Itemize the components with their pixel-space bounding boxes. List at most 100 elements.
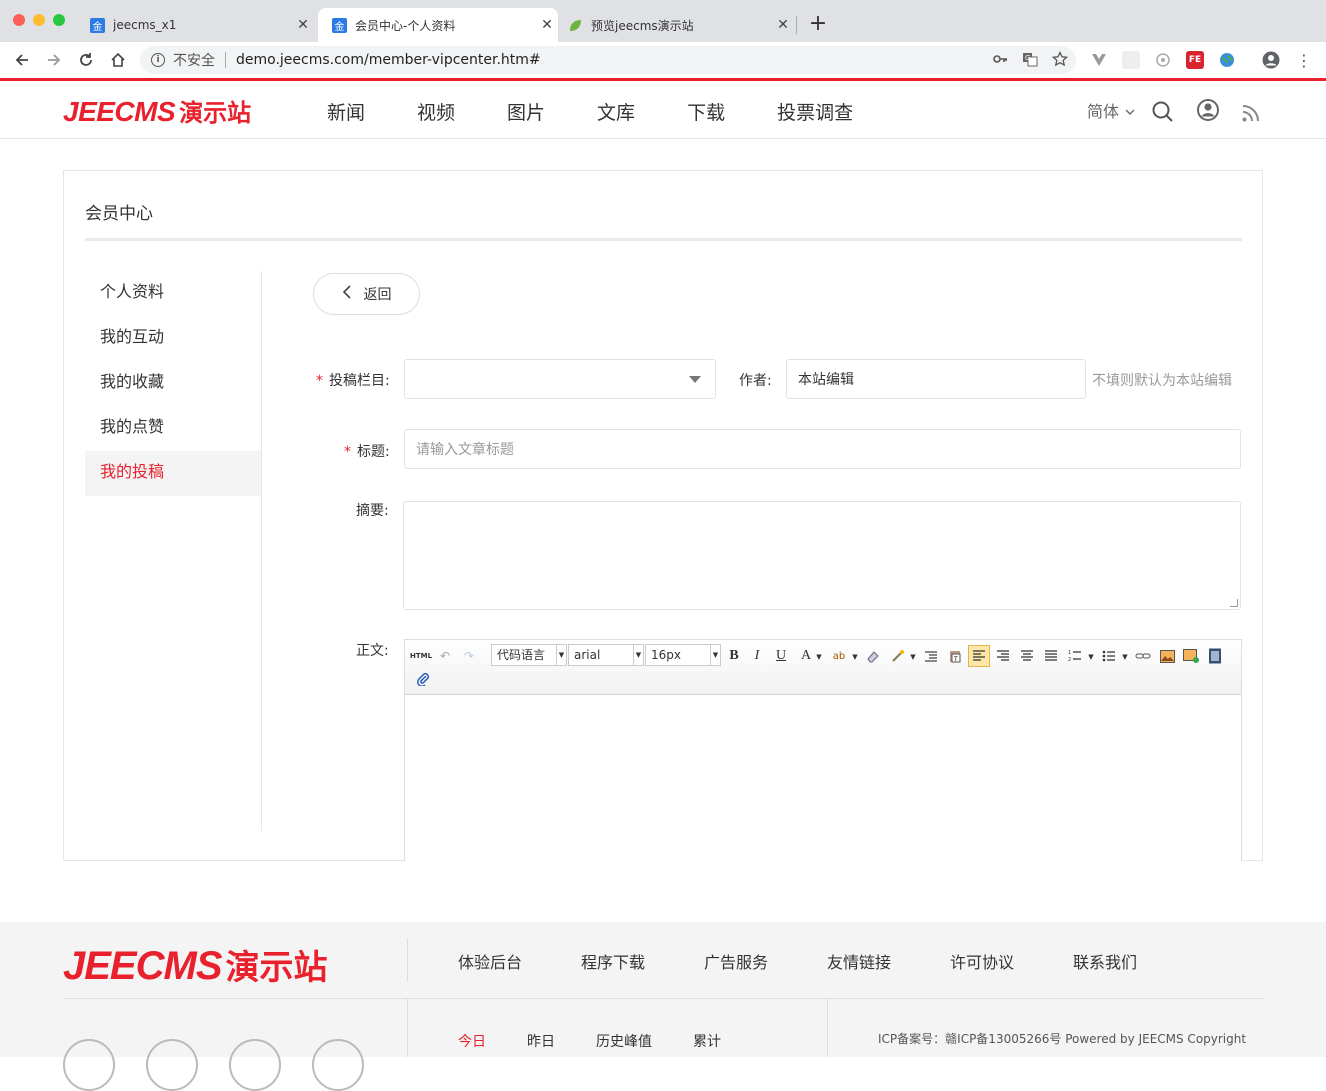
sidebar-item-submissions[interactable]: 我的投稿 [85,451,261,496]
extension-icon[interactable] [1122,51,1140,69]
window-minimize-button[interactable] [33,14,45,26]
title-input[interactable]: 请输入文章标题 [404,429,1241,469]
weibo-icon[interactable] [146,1039,198,1091]
editor-content-area[interactable] [405,695,1241,861]
globe-extension-icon[interactable] [1218,51,1236,69]
resize-handle-icon[interactable] [1230,599,1238,607]
rss-circle-icon[interactable] [312,1039,364,1091]
link-icon[interactable] [1133,646,1153,666]
site-logo[interactable]: JEECMS 演示站 [63,93,251,128]
qq-icon[interactable] [229,1039,281,1091]
nav-item-library[interactable]: 文库 [597,98,635,125]
underline-button[interactable]: U [771,646,791,666]
footer-link-ads[interactable]: 广告服务 [704,949,827,973]
language-switch[interactable]: 简体 [1087,98,1136,122]
back-arrow-icon[interactable] [10,48,34,72]
footer-link-contact[interactable]: 联系我们 [1073,949,1196,973]
html-source-button[interactable]: HTML [410,646,432,666]
font-size-select[interactable]: 16px ▼ [645,644,721,666]
address-bar[interactable]: i 不安全 demo.jeecms.com/member-vipcenter.h… [140,46,1076,74]
browser-tab-active[interactable]: 金 会员中心-个人资料 ✕ [318,8,558,42]
sidebar-item-profile[interactable]: 个人资料 [85,271,261,316]
browser-tab[interactable]: 预览jeecms演示站 ✕ [554,8,794,42]
nav-item-images[interactable]: 图片 [507,98,545,125]
eraser-icon[interactable] [863,646,883,666]
nav-item-download[interactable]: 下载 [687,98,725,125]
user-icon[interactable] [1197,99,1219,121]
footer-link-download[interactable]: 程序下载 [581,949,704,973]
footer-links: 体验后台 程序下载 广告服务 友情链接 许可协议 联系我们 [458,949,1196,973]
rss-icon[interactable] [1241,103,1263,125]
nav-item-video[interactable]: 视频 [417,98,455,125]
fe-helper-icon[interactable]: FE [1186,51,1204,69]
font-family-select[interactable]: arial ▼ [568,644,644,666]
combo-arrow-icon[interactable]: ▼ [903,647,923,667]
browser-tabbar: 金 jeecms_x1 ✕ 金 会员中心-个人资料 ✕ 预览jeecms演示站 … [0,0,1326,42]
sidebar-item-favorites[interactable]: 我的收藏 [85,361,261,406]
tab-close-icon[interactable]: ✕ [292,17,314,33]
window-close-button[interactable] [13,14,25,26]
info-icon[interactable]: i [151,53,165,67]
sidebar-item-likes[interactable]: 我的点赞 [85,406,261,451]
image-icon[interactable] [1157,646,1177,666]
stat-tab-peak[interactable]: 历史峰值 [596,1031,652,1051]
image-upload-icon[interactable] [1181,646,1201,666]
tab-close-icon[interactable]: ✕ [772,17,794,33]
italic-button[interactable]: I [747,646,767,666]
author-input[interactable]: 本站编辑 [786,359,1086,399]
undo-icon[interactable]: ↶ [435,646,455,666]
new-tab-icon[interactable]: + [806,11,830,36]
column-select[interactable] [404,359,716,399]
paste-text-icon[interactable]: T [945,646,965,666]
code-language-select[interactable]: 代码语言 ▼ [491,644,567,666]
stat-tab-total[interactable]: 累计 [693,1031,721,1051]
vue-devtools-icon[interactable] [1090,51,1108,69]
footer-logo[interactable]: JEECMS 演示站 [63,940,328,989]
stat-tab-yesterday[interactable]: 昨日 [527,1031,555,1051]
title-label-text: 标题: [357,444,390,460]
font-size-value: 16px [651,648,681,662]
align-center-icon[interactable] [1017,646,1037,666]
combo-arrow-icon[interactable]: ▼ [809,647,829,667]
footer-logo-text-en: JEECMS [63,944,222,988]
forward-arrow-icon[interactable] [42,48,66,72]
summary-field-label: 摘要: [356,503,389,519]
tab-separator [796,16,797,34]
stat-tab-today[interactable]: 今日 [458,1031,486,1051]
search-icon[interactable] [1151,100,1173,122]
align-right-icon[interactable] [993,646,1013,666]
align-justify-icon[interactable] [1041,646,1061,666]
browser-tab[interactable]: 金 jeecms_x1 ✕ [76,8,314,42]
profile-avatar-icon[interactable] [1262,51,1280,69]
back-button[interactable]: 返回 [313,273,420,315]
wechat-icon[interactable] [63,1039,115,1091]
browser-menu-icon[interactable]: ⋮ [1295,51,1313,70]
indent-icon[interactable] [921,646,941,666]
key-icon[interactable] [992,51,1008,71]
home-icon[interactable] [106,48,130,72]
align-left-button[interactable] [968,645,990,667]
reload-icon[interactable] [74,48,98,72]
sidebar-item-interactions[interactable]: 我的互动 [85,316,261,361]
summary-textarea[interactable] [403,501,1241,610]
bookmark-star-icon[interactable] [1051,50,1069,71]
redo-icon[interactable]: ↷ [459,646,479,666]
bold-button[interactable]: B [724,646,744,666]
nav-item-news[interactable]: 新闻 [327,98,365,125]
translate-icon[interactable]: G [1022,51,1038,71]
combo-arrow-icon[interactable]: ▼ [1081,647,1101,667]
footer-link-friends[interactable]: 友情链接 [827,949,950,973]
nav-item-vote[interactable]: 投票调查 [777,98,853,125]
site-favicon-icon: 金 [90,17,105,33]
footer-link-license[interactable]: 许可协议 [950,949,1073,973]
footer-link-admin[interactable]: 体验后台 [458,949,581,973]
extension-ring-icon[interactable] [1154,51,1172,69]
attachment-icon[interactable] [413,669,433,689]
url-text[interactable]: demo.jeecms.com/member-vipcenter.htm# [236,52,541,68]
window-maximize-button[interactable] [53,14,65,26]
combo-arrow-icon[interactable]: ▼ [845,647,865,667]
member-sidebar: 个人资料 我的互动 我的收藏 我的点赞 我的投稿 [85,271,262,831]
video-icon[interactable] [1205,646,1225,666]
combo-arrow-icon: ▼ [710,645,720,665]
combo-arrow-icon[interactable]: ▼ [1115,647,1135,667]
